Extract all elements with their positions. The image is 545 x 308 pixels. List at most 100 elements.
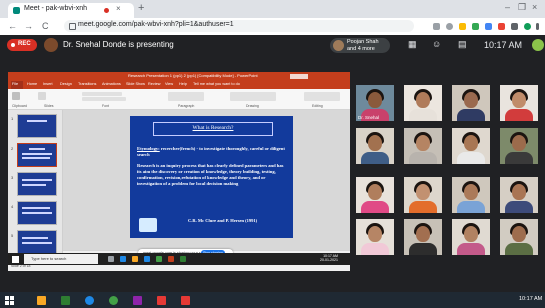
participant-tile[interactable] (500, 85, 538, 121)
chat-icon[interactable]: ▤ (458, 40, 468, 49)
forward-button[interactable]: → (24, 21, 33, 31)
extension-icon[interactable] (485, 23, 492, 30)
extension-grid-icon[interactable] (472, 23, 479, 30)
menu-dots-icon[interactable] (536, 23, 539, 30)
participant-tile[interactable] (452, 219, 490, 255)
participant-tile[interactable] (452, 177, 490, 213)
ppt-menu-review[interactable]: Review (148, 82, 160, 86)
ppt-menu-insert[interactable]: Insert (43, 82, 53, 86)
close-window-button[interactable]: × (532, 2, 537, 12)
participant-tile[interactable]: Dr. Snehal (356, 85, 394, 121)
ppt-menu-file[interactable]: File (12, 82, 18, 86)
app-red-icon[interactable] (157, 296, 166, 305)
url-input[interactable]: meet.google.com/pak-wbvi-xnh?pli=1&authu… (64, 20, 414, 32)
presenter-start-icon (12, 256, 19, 263)
folder-icon (132, 256, 138, 262)
slide-thumbnail-1[interactable] (17, 114, 57, 138)
recording-dot-icon (104, 8, 109, 13)
tab-close-icon[interactable]: × (116, 4, 121, 13)
participant-body (457, 109, 485, 121)
slide-thumbnail-4[interactable] (17, 201, 57, 225)
presenter-avatar (44, 38, 58, 52)
ribbon-group-paragraph: Paragraph (178, 104, 195, 108)
participant-tile[interactable] (404, 219, 442, 255)
user-avatar[interactable] (532, 39, 544, 51)
people-icon[interactable]: ☺ (432, 40, 442, 49)
paste-icon[interactable] (12, 92, 20, 100)
recording-badge: REC (7, 39, 37, 51)
participant-face (368, 92, 382, 108)
camera-icon[interactable] (433, 23, 440, 30)
participant-face (464, 226, 478, 242)
tab-meet[interactable]: Meet - pak-wbvi-xnh × (8, 3, 134, 18)
participant-tile[interactable] (404, 177, 442, 213)
back-button[interactable]: ← (8, 21, 17, 31)
participant-tile[interactable] (500, 177, 538, 213)
ppt-menu-animations[interactable]: Animations (102, 82, 121, 86)
participant-tile[interactable] (404, 128, 442, 164)
participant-face (368, 226, 382, 242)
chrome-icon[interactable] (109, 296, 118, 305)
minimize-button[interactable]: – (505, 2, 510, 12)
thumb-line (22, 157, 50, 159)
slide-thumbnail-2[interactable] (17, 143, 57, 167)
slide-thumbnail-3[interactable] (17, 172, 57, 196)
puzzle-icon[interactable] (511, 23, 518, 30)
participant-body (505, 152, 533, 164)
ppt-menu-home[interactable]: Home (27, 82, 37, 86)
new-tab-button[interactable]: + (138, 2, 144, 14)
paragraph-buttons[interactable] (168, 92, 204, 101)
font-format-buttons[interactable] (82, 97, 126, 101)
editing-buttons[interactable] (304, 92, 340, 101)
slide-thumbnail-5[interactable] (17, 230, 57, 254)
profile-avatar[interactable] (524, 23, 531, 30)
start-square (5, 296, 9, 300)
participant-tile[interactable] (452, 85, 490, 121)
star-icon[interactable] (459, 23, 466, 30)
participant-tile[interactable] (356, 177, 394, 213)
current-slide[interactable]: What is Research? Etymology: recercher(f… (130, 116, 293, 238)
participant-tile[interactable] (356, 219, 394, 255)
ppt-menu-view[interactable]: View (165, 82, 173, 86)
thumb-line (22, 184, 46, 186)
participant-tile[interactable] (356, 128, 394, 164)
participant-face (512, 92, 526, 108)
search-icon[interactable] (446, 23, 453, 30)
grid-layout-icon[interactable]: ▦ (408, 40, 418, 49)
ribbon-group-slides: Slides (44, 104, 54, 108)
ppt-menu-design[interactable]: Design (60, 82, 72, 86)
chrome-icon (156, 256, 162, 262)
new-slide-icon[interactable] (38, 92, 46, 100)
participant-tile[interactable] (500, 128, 538, 164)
thumb-number: 4 (11, 204, 14, 209)
participant-tile[interactable] (500, 219, 538, 255)
presenter-search-box: Type here to search (24, 254, 98, 264)
excel-icon[interactable] (61, 296, 70, 305)
participant-face (416, 92, 430, 108)
ppt-menu-slideshow[interactable]: Slide Show (126, 82, 145, 86)
windows-start-icon[interactable] (5, 296, 14, 305)
file-explorer-icon[interactable] (37, 296, 46, 305)
ppt-menu-transitions[interactable]: Transitions (78, 82, 96, 86)
participant-face (512, 135, 526, 151)
font-select[interactable] (82, 92, 122, 96)
ppt-tell-me[interactable]: Tell me what you want to do (193, 82, 240, 86)
ie-icon[interactable] (85, 296, 94, 305)
etymology-text: recercher(french) - to investigate thoro… (137, 146, 285, 157)
slide-paragraph: Research is an inquiry process that has … (137, 163, 284, 186)
participant-tile[interactable] (452, 128, 490, 164)
joined-participants-pill[interactable]: Poojan Shah and 4 more (330, 38, 390, 53)
app-red2-icon[interactable] (181, 296, 190, 305)
ppt-menu-bar: File Home Insert Design Transitions Anim… (8, 81, 350, 89)
taskview-icon (108, 256, 114, 262)
app-icon[interactable] (133, 296, 142, 305)
ppt-signin-box[interactable] (290, 74, 308, 79)
participant-tile[interactable] (404, 85, 442, 121)
reload-button[interactable]: C (42, 21, 49, 31)
thumb-line (22, 179, 52, 181)
extension-red-icon[interactable] (498, 23, 505, 30)
drawing-shapes[interactable] (230, 92, 276, 101)
ppt-menu-help[interactable]: Help (179, 82, 187, 86)
maximize-button[interactable]: ❐ (518, 2, 526, 13)
ribbon-group-drawing: Drawing (246, 104, 259, 108)
